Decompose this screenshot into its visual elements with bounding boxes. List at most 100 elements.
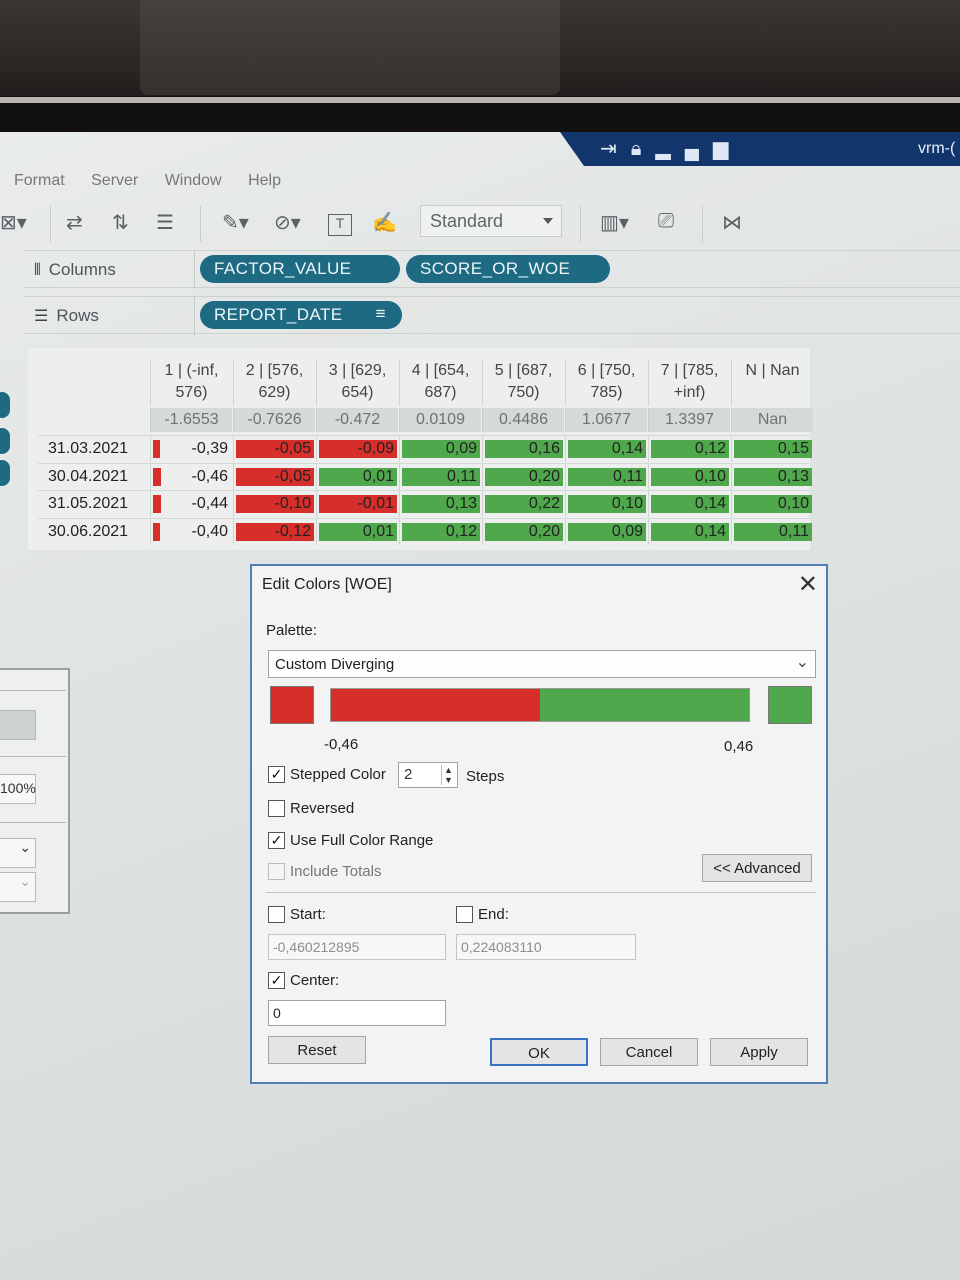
steps-spinner[interactable]: 2 ▲ ▼: [398, 762, 458, 788]
stepped-color-checkbox[interactable]: ✓: [268, 766, 285, 783]
table-cell[interactable]: 0,14: [648, 491, 730, 517]
table-cell[interactable]: -0,44: [150, 491, 232, 517]
close-icon[interactable]: ✕: [798, 570, 818, 599]
pill-score-or-woe[interactable]: SCORE_OR_WOE: [406, 255, 610, 283]
reversed-checkbox[interactable]: [268, 800, 285, 817]
column-header[interactable]: 1 | (-inf, 576): [150, 360, 232, 406]
table-cell[interactable]: 0,10: [565, 491, 647, 517]
show-me-icon[interactable]: ▥▾: [600, 210, 629, 235]
factor-value-header[interactable]: 0.0109: [399, 408, 481, 432]
center-field[interactable]: 0: [268, 1000, 446, 1026]
table-cell[interactable]: -0,46: [150, 463, 232, 490]
include-totals-checkbox[interactable]: [268, 863, 285, 880]
factor-value-header[interactable]: Nan: [731, 408, 813, 432]
row-header-date[interactable]: 31.03.2021: [48, 440, 156, 458]
column-header[interactable]: 4 | [654, 687): [399, 360, 481, 406]
cancel-button[interactable]: Cancel: [600, 1038, 698, 1066]
table-cell[interactable]: -0,01: [316, 491, 398, 517]
menu-server[interactable]: Server: [91, 172, 138, 189]
row-header-date[interactable]: 31.05.2021: [48, 495, 156, 513]
show-labels-icon[interactable]: T: [328, 214, 352, 236]
connect-icon[interactable]: ⇥: [600, 138, 631, 160]
pill-report-date[interactable]: REPORT_DATE ≡: [200, 301, 402, 329]
table-cell[interactable]: 0,20: [482, 518, 564, 545]
reset-button[interactable]: Reset: [268, 1036, 366, 1064]
spinner-arrows-icon[interactable]: ▲ ▼: [441, 765, 455, 785]
table-cell[interactable]: -0,40: [150, 518, 232, 545]
swap-rows-columns-icon[interactable]: ⇄: [66, 210, 83, 235]
advanced-button[interactable]: << Advanced: [702, 854, 812, 882]
menu-format[interactable]: Format: [14, 172, 65, 189]
start-checkbox[interactable]: [268, 906, 285, 923]
panel-dropdown[interactable]: ⌄: [0, 838, 36, 868]
column-header[interactable]: 2 | [576, 629): [233, 360, 315, 406]
pin-icon[interactable]: ✍: [372, 210, 397, 235]
positive-color-swatch[interactable]: [768, 686, 812, 724]
center-checkbox[interactable]: ✓: [268, 972, 285, 989]
factor-value-header[interactable]: 1.3397: [648, 408, 730, 432]
panel-dropdown-disabled[interactable]: ⌄: [0, 872, 36, 902]
table-cell[interactable]: 0,11: [399, 463, 481, 490]
table-cell[interactable]: 0,14: [648, 518, 730, 545]
table-cell[interactable]: -0,05: [233, 463, 315, 490]
table-cell[interactable]: 0,16: [482, 436, 564, 462]
table-cell[interactable]: 0,14: [565, 436, 647, 462]
table-cell[interactable]: 0,09: [399, 436, 481, 462]
lock-icon[interactable]: 🔒︎: [631, 138, 656, 160]
pill-factor-value[interactable]: FACTOR_VALUE: [200, 255, 400, 283]
panel-slider-track[interactable]: [0, 710, 36, 740]
palette-dropdown[interactable]: Custom Diverging ⌄: [268, 650, 816, 678]
table-cell[interactable]: 0,12: [648, 436, 730, 462]
table-cell[interactable]: 0,15: [731, 436, 813, 462]
table-cell[interactable]: 0,01: [316, 463, 398, 490]
column-header[interactable]: 5 | [687, 750): [482, 360, 564, 406]
highlight-icon[interactable]: ✎▾: [222, 210, 249, 235]
column-header[interactable]: 6 | [750, 785): [565, 360, 647, 406]
table-cell[interactable]: -0,10: [233, 491, 315, 517]
menu-window[interactable]: Window: [165, 172, 222, 189]
clear-sheet-icon[interactable]: ⊠▾: [0, 210, 27, 235]
column-header[interactable]: 7 | [785, +inf): [648, 360, 730, 406]
row-header-date[interactable]: 30.04.2021: [48, 468, 156, 486]
side-tab[interactable]: [0, 392, 10, 418]
start-field[interactable]: -0,460212895: [268, 934, 446, 960]
negative-color-swatch[interactable]: [270, 686, 314, 724]
sort-descending-icon[interactable]: ☰: [156, 210, 174, 235]
zoom-field[interactable]: 100%: [0, 774, 36, 804]
group-icon[interactable]: ⊘▾: [274, 210, 301, 235]
table-cell[interactable]: 0,01: [316, 518, 398, 545]
apply-button[interactable]: Apply: [710, 1038, 808, 1066]
sort-ascending-icon[interactable]: ⇅: [112, 210, 129, 235]
factor-value-header[interactable]: -0.7626: [233, 408, 315, 432]
table-cell[interactable]: 0,09: [565, 518, 647, 545]
row-header-date[interactable]: 30.06.2021: [48, 523, 156, 541]
table-cell[interactable]: -0,12: [233, 518, 315, 545]
table-cell[interactable]: 0,20: [482, 463, 564, 490]
table-cell[interactable]: 0,10: [731, 491, 813, 517]
factor-value-header[interactable]: -1.6553: [150, 408, 232, 432]
column-header[interactable]: 3 | [629, 654): [316, 360, 398, 406]
table-cell[interactable]: 0,11: [731, 518, 813, 545]
column-header[interactable]: N | Nan: [731, 360, 813, 406]
end-checkbox[interactable]: [456, 906, 473, 923]
side-tab[interactable]: [0, 460, 10, 486]
side-tab[interactable]: [0, 428, 10, 454]
table-cell[interactable]: 0,11: [565, 463, 647, 490]
table-cell[interactable]: 0,12: [399, 518, 481, 545]
table-cell[interactable]: 0,10: [648, 463, 730, 490]
factor-value-header[interactable]: -0.472: [316, 408, 398, 432]
factor-value-header[interactable]: 0.4486: [482, 408, 564, 432]
table-cell[interactable]: -0,05: [233, 436, 315, 462]
table-cell[interactable]: 0,13: [731, 463, 813, 490]
fit-dropdown[interactable]: Standard: [420, 205, 562, 237]
share-icon[interactable]: ⋈: [722, 210, 742, 235]
table-cell[interactable]: -0,09: [316, 436, 398, 462]
factor-value-header[interactable]: 1.0677: [565, 408, 647, 432]
menu-help[interactable]: Help: [248, 172, 281, 189]
table-cell[interactable]: 0,13: [399, 491, 481, 517]
table-cell[interactable]: -0,39: [150, 436, 232, 462]
end-field[interactable]: 0,224083110: [456, 934, 636, 960]
table-cell[interactable]: 0,22: [482, 491, 564, 517]
full-range-checkbox[interactable]: ✓: [268, 832, 285, 849]
presentation-icon[interactable]: ⎚: [658, 210, 674, 233]
